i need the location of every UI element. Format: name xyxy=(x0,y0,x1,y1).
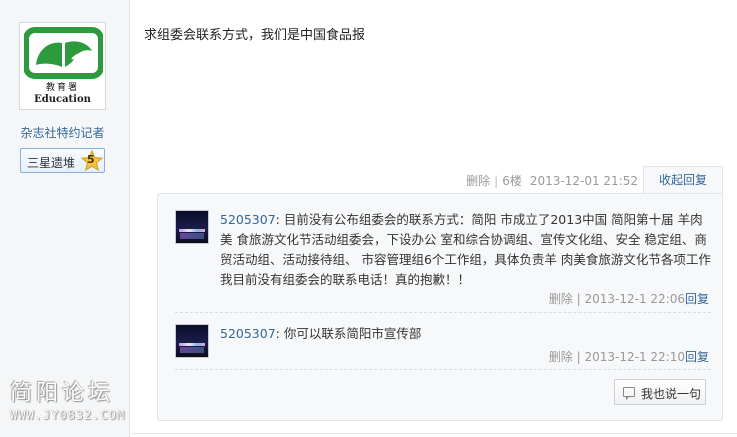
author-sidebar: 教育署 Education 杂志社特约记者 三星遗堆 5 xyxy=(0,0,130,437)
reply-avatar[interactable] xyxy=(175,210,209,244)
reply-avatar[interactable] xyxy=(175,324,209,358)
reply-delete-link[interactable]: 删除 xyxy=(549,350,573,364)
rank-label: 三星遗堆 xyxy=(27,156,76,170)
reply-colon: : xyxy=(275,326,280,341)
post-meta: 删除 | 6楼 2013-12-01 21:52 xyxy=(466,172,638,189)
post-main: 求组委会联系方式，我们是中国食品报 删除 | 6楼 2013-12-01 21:52 … xyxy=(131,0,737,437)
rank-level: 5 xyxy=(87,153,95,166)
author-avatar[interactable]: 教育署 Education xyxy=(19,22,106,110)
add-reply-label: 我也说一句 xyxy=(641,387,702,401)
reply-datetime: 2013-12-1 22:10 xyxy=(584,350,685,364)
reply-body: 5205307: 你可以联系简阳市宣传部 xyxy=(220,324,711,344)
post-content: 求组委会联系方式，我们是中国食品报 xyxy=(144,28,366,43)
reply-link[interactable]: 回复 xyxy=(685,350,709,364)
reply-text: 你可以联系简阳市宣传部 xyxy=(283,326,422,341)
reply-delete-link[interactable]: 删除 xyxy=(549,292,573,306)
reply-actions: 删除 | 2013-12-1 22:10回复 xyxy=(549,348,709,365)
avatar-caption-chinese: 教育署 xyxy=(45,83,79,93)
reply-thread: 5205307: 目前没有公布组委会的联系方式：简阳 市成立了2013中国 简阳… xyxy=(157,193,723,421)
reply-username-link[interactable]: 5205307 xyxy=(220,326,276,341)
add-reply-button[interactable]: 我也说一句 xyxy=(614,379,706,405)
reply-link[interactable]: 回复 xyxy=(685,292,709,306)
comment-icon xyxy=(623,387,635,400)
reply-actions: 删除 | 2013-12-1 22:06回复 xyxy=(549,290,709,307)
separator: | xyxy=(494,174,499,188)
reply-datetime: 2013-12-1 22:06 xyxy=(584,292,685,306)
post-floor: 6楼 xyxy=(502,174,522,188)
divider xyxy=(131,433,737,434)
reply-item: 5205307: 目前没有公布组委会的联系方式：简阳 市成立了2013中国 简阳… xyxy=(175,210,711,313)
site-watermark-url: WWW.JY0832.COM xyxy=(10,408,126,422)
reply-colon: : xyxy=(275,212,280,227)
post-datetime: 2013-12-01 21:52 xyxy=(529,174,638,188)
post-delete-link[interactable]: 删除 xyxy=(466,174,490,188)
site-watermark: 简阳论坛 xyxy=(10,381,115,406)
reply-item: 5205307: 你可以联系简阳市宣传部 删除 | 2013-12-1 22:1… xyxy=(175,324,711,370)
reply-body: 5205307: 目前没有公布组委会的联系方式：简阳 市成立了2013中国 简阳… xyxy=(220,210,711,290)
reply-text: 目前没有公布组委会的联系方式：简阳 市成立了2013中国 简阳第十届 羊肉美 食… xyxy=(220,212,711,287)
collapse-replies-button[interactable]: 收起回复 xyxy=(643,166,723,194)
education-logo-icon xyxy=(24,27,103,79)
avatar-caption-english: Education xyxy=(34,94,91,105)
author-rank-badge[interactable]: 三星遗堆 5 xyxy=(20,148,105,173)
reply-username-link[interactable]: 5205307 xyxy=(220,212,276,227)
author-title-link[interactable]: 杂志社特约记者 xyxy=(0,124,125,141)
